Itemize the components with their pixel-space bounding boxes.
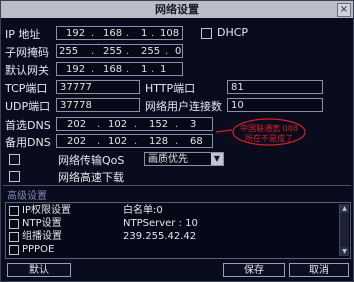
row-name: 组播设置	[22, 231, 62, 242]
mask-octet: 0	[175, 46, 182, 57]
dot: .	[175, 136, 179, 147]
dns1-octet: 202	[67, 119, 87, 130]
default-button[interactable]: 默认	[7, 263, 71, 277]
row-checkbox[interactable]	[9, 245, 19, 255]
mask-label: 子网掩码	[5, 46, 49, 59]
row-checkbox[interactable]	[9, 232, 19, 242]
dns2-octet: 202	[67, 136, 87, 147]
row-value: 239.255.42.42	[123, 231, 197, 242]
row-checkbox[interactable]	[9, 206, 19, 216]
tcp-port-label: TCP端口	[5, 82, 48, 95]
udp-port-label: UDP端口	[5, 100, 51, 113]
dns1-octet: 152	[149, 119, 169, 130]
network-settings-window: 网络设置 × IP 地址 192. 168. 1. 108 DHCP 子网掩码 …	[0, 0, 354, 282]
gateway-label: 默认网关	[5, 64, 49, 77]
dns2-octet: 102	[108, 136, 128, 147]
tcp-port-input[interactable]: 37777	[56, 80, 140, 94]
dot: .	[126, 64, 130, 75]
list-item[interactable]: IP权限设置 白名单:0	[6, 205, 336, 216]
qos-select[interactable]: 画质优先 ▼	[144, 152, 224, 166]
high-speed-download-label: 网络高速下载	[58, 171, 124, 184]
dot: .	[97, 119, 101, 130]
dot: .	[134, 136, 138, 147]
gateway-octet: 192	[66, 64, 86, 75]
advanced-settings-title: 高级设置	[7, 191, 47, 202]
row-name: NTP设置	[22, 218, 62, 229]
row-name: IP权限设置	[22, 205, 71, 216]
dot: .	[151, 64, 155, 75]
qos-checkbox[interactable]	[9, 154, 20, 165]
high-speed-download-checkbox[interactable]	[9, 171, 20, 182]
dns1-octet: 3	[190, 119, 197, 130]
dns2-octet: 68	[190, 136, 203, 147]
secondary-dns-input[interactable]: 202. 102. 128. 68	[56, 134, 213, 148]
primary-dns-input[interactable]: 202. 102. 152. 3	[56, 117, 213, 131]
dot: .	[126, 46, 130, 57]
ip-address-input[interactable]: 192. 168. 1. 108	[56, 26, 183, 40]
scrollbar[interactable]: ▲ ▼	[339, 204, 349, 256]
qos-value: 画质优先	[148, 154, 188, 165]
dot: .	[91, 28, 95, 39]
gateway-input[interactable]: 192. 168. 1. 1	[56, 62, 183, 76]
save-button[interactable]: 保存	[223, 263, 285, 277]
dot: .	[126, 28, 130, 39]
handwritten-annotation: 中国联通宽 088 所在不是成了	[214, 117, 306, 148]
dhcp-label: DHCP	[217, 26, 249, 39]
dot: .	[151, 28, 155, 39]
primary-dns-label: 首选DNS	[5, 119, 51, 132]
annotation-line-2: 所在不是成了	[245, 134, 293, 143]
scroll-down-icon[interactable]: ▼	[340, 247, 349, 256]
advanced-settings-list[interactable]: IP权限设置 白名单:0 NTP设置 NTPServer : 10 组播设置 2…	[5, 202, 351, 259]
qos-label: 网络传输QoS	[58, 154, 125, 167]
ip-octet: 1	[141, 28, 148, 39]
gateway-octet: 1	[141, 64, 148, 75]
gateway-octet: 1	[160, 64, 167, 75]
ip-octet: 168	[103, 28, 123, 39]
dot: .	[165, 46, 169, 57]
max-connections-input[interactable]: 10	[227, 98, 323, 112]
http-port-input[interactable]: 81	[227, 80, 323, 94]
dhcp-checkbox[interactable]	[201, 28, 212, 39]
dot: .	[91, 64, 95, 75]
ip-octet: 192	[66, 28, 86, 39]
list-item[interactable]: PPPOE	[6, 244, 336, 255]
dot: .	[97, 136, 101, 147]
http-port-label: HTTP端口	[145, 82, 196, 95]
list-item[interactable]: 组播设置 239.255.42.42	[6, 231, 336, 242]
cancel-button[interactable]: 取消	[289, 263, 349, 277]
dns2-octet: 128	[149, 136, 169, 147]
dns1-octet: 102	[108, 119, 128, 130]
max-connections-label: 网络用户连接数	[145, 100, 222, 113]
mask-octet: 255	[103, 46, 123, 57]
row-value: NTPServer : 10	[123, 218, 198, 229]
mask-octet: 255	[141, 46, 161, 57]
dot: .	[175, 119, 179, 130]
scroll-up-icon[interactable]: ▲	[340, 204, 349, 213]
subnet-mask-input[interactable]: 255. 255. 255. 0	[56, 44, 183, 58]
divider	[3, 185, 351, 186]
row-checkbox[interactable]	[9, 219, 19, 229]
dot: .	[91, 46, 95, 57]
row-name: PPPOE	[22, 244, 55, 255]
udp-port-input[interactable]: 37778	[56, 98, 140, 112]
close-icon[interactable]: ×	[337, 3, 351, 17]
list-item[interactable]: NTP设置 NTPServer : 10	[6, 218, 336, 229]
row-value: 白名单:0	[123, 205, 163, 216]
gateway-octet: 168	[103, 64, 123, 75]
chevron-down-icon[interactable]: ▼	[211, 153, 223, 165]
secondary-dns-label: 备用DNS	[5, 136, 51, 149]
ip-label: IP 地址	[5, 28, 41, 41]
dot: .	[134, 119, 138, 130]
mask-octet: 255	[59, 46, 79, 57]
ip-octet: 108	[160, 28, 180, 39]
window-title: 网络设置	[1, 1, 353, 18]
